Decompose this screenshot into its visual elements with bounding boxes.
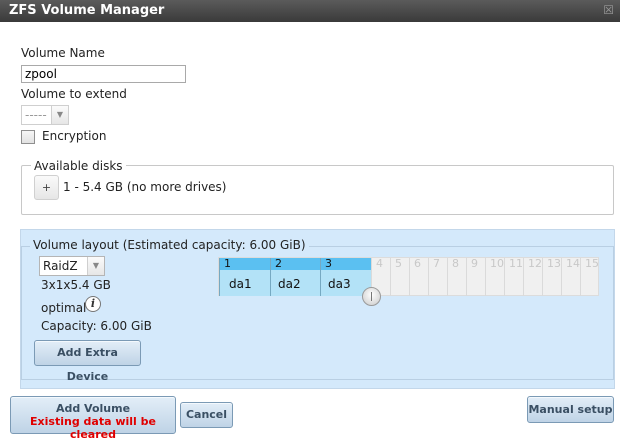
cancel-button[interactable]: Cancel [180, 402, 233, 428]
selected-columns-header [219, 258, 371, 270]
disk-cell: da2 [278, 277, 301, 291]
grid-column-separator [561, 258, 562, 296]
volume-to-extend-label: Volume to extend [21, 87, 127, 101]
grid-column-separator [542, 258, 543, 296]
volume-name-label: Volume Name [21, 46, 105, 60]
info-icon[interactable]: i [85, 296, 101, 312]
add-extra-device-button[interactable]: Add Extra Device [34, 340, 141, 383]
grid-resize-handle[interactable] [362, 287, 381, 306]
volume-layout-legend: Volume layout (Estimated capacity: 6.00 … [30, 238, 309, 252]
raid-type-value: RaidZ [43, 259, 78, 273]
grid-column-number: 13 [547, 257, 561, 270]
grid-column-number: 1 [224, 257, 231, 270]
grid-column-separator [447, 258, 448, 296]
title-bar: ZFS Volume Manager ☒ [0, 0, 620, 22]
grid-column-number: 10 [490, 257, 504, 270]
grid-column-number: 4 [376, 257, 383, 270]
manual-setup-label: Manual setup [528, 403, 613, 416]
zfs-volume-manager-dialog: ZFS Volume Manager ☒ Volume Name Volume … [0, 0, 620, 448]
grid-column-separator [504, 258, 505, 296]
close-icon[interactable]: ☒ [603, 3, 614, 17]
grid-column-separator [580, 258, 581, 296]
grid-column-separator [219, 258, 220, 296]
add-volume-button[interactable]: Add Volume Existing data will be cleared [10, 396, 176, 441]
grid-column-number: 6 [414, 257, 421, 270]
chevron-down-icon: ▼ [51, 106, 68, 124]
layout-status: optimal [41, 301, 87, 315]
grid-column-number: 15 [585, 257, 599, 270]
grid-column-number: 12 [528, 257, 542, 270]
window-title: ZFS Volume Manager [9, 3, 165, 18]
grid-column-number: 2 [275, 257, 282, 270]
grid-column-number: 7 [433, 257, 440, 270]
grid-column-number: 11 [509, 257, 523, 270]
volume-to-extend-select[interactable]: ----- ▼ [21, 105, 69, 125]
grid-column-number: 9 [471, 257, 478, 270]
grid-column-separator [428, 258, 429, 296]
plus-icon: + [41, 181, 52, 194]
grid-column-separator [390, 258, 391, 296]
grid-column-separator [270, 258, 271, 296]
grid-column-separator [409, 258, 410, 296]
disk-cell: da1 [229, 277, 252, 291]
grid-column-separator [320, 258, 321, 296]
encryption-label: Encryption [42, 129, 107, 143]
disk-cell: da3 [328, 277, 351, 291]
manual-setup-button[interactable]: Manual setup [527, 396, 614, 423]
grid-column-number: 3 [325, 257, 332, 270]
grid-column-separator [485, 258, 486, 296]
disk-summary: 3x1x5.4 GB [41, 278, 111, 292]
disk-group-text: 1 - 5.4 GB (no more drives) [63, 180, 227, 194]
volume-name-input[interactable] [21, 65, 186, 83]
encryption-checkbox[interactable] [21, 130, 35, 144]
grid-column-number: 14 [566, 257, 580, 270]
add-volume-warning: Existing data will be cleared [30, 415, 156, 441]
volume-to-extend-value: ----- [25, 108, 47, 122]
capacity-text: Capacity: 6.00 GiB [41, 319, 152, 333]
grid-column-separator [466, 258, 467, 296]
add-disk-group-button[interactable]: + [34, 175, 59, 200]
chevron-down-icon: ▼ [87, 257, 104, 275]
available-disks-legend: Available disks [31, 159, 126, 173]
cancel-label: Cancel [185, 408, 228, 421]
grid-column-number: 5 [395, 257, 402, 270]
grid-column-separator [523, 258, 524, 296]
add-volume-label: Add Volume [55, 402, 131, 415]
raid-type-select[interactable]: RaidZ ▼ [39, 256, 105, 276]
grid-column-number: 8 [452, 257, 459, 270]
